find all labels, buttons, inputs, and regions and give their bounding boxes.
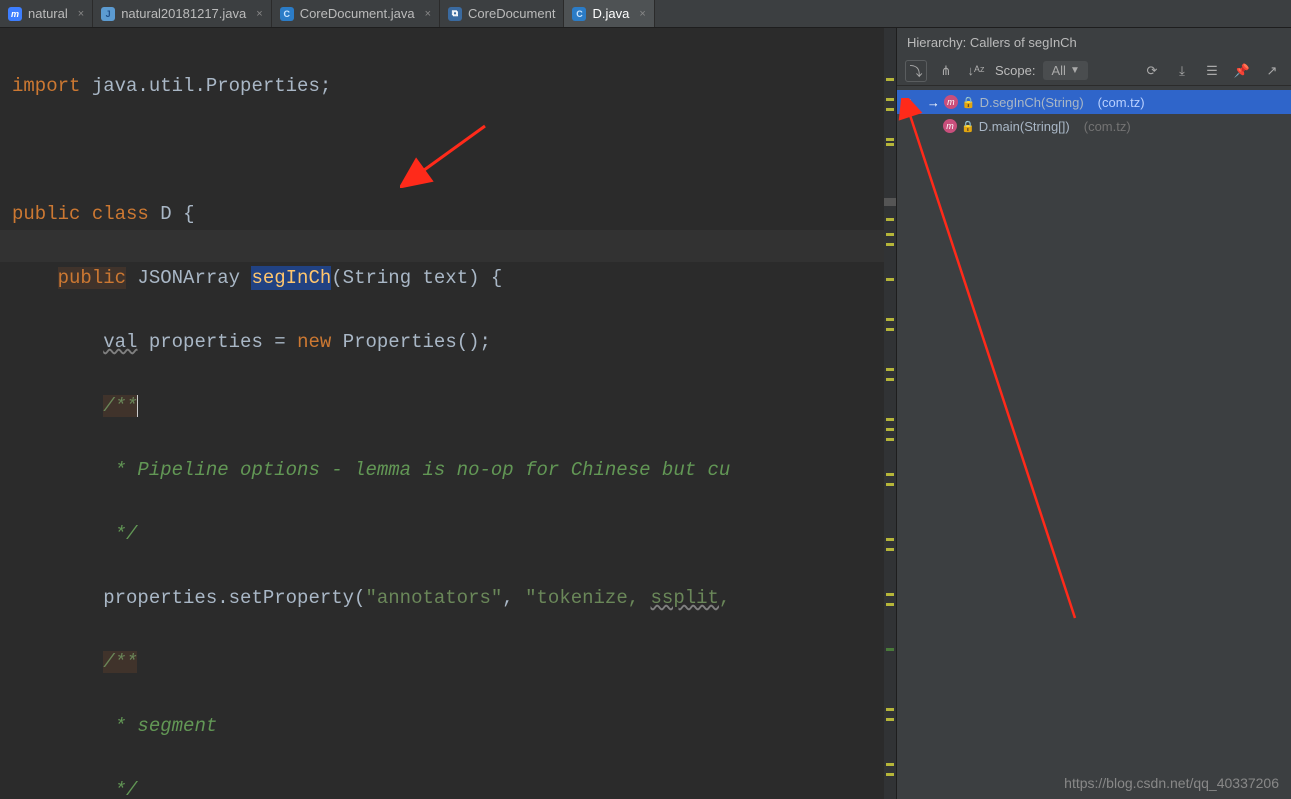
java-file-icon: J <box>101 7 115 21</box>
tab-label: CoreDocument <box>468 6 555 21</box>
kw-import: import <box>12 75 80 97</box>
hierarchy-item-pkg: (com.tz) <box>1084 119 1131 134</box>
code-editor[interactable]: import java.util.Properties; public clas… <box>0 28 896 799</box>
tab-d-java[interactable]: C D.java × <box>564 0 654 27</box>
structure-icon: ⧉ <box>448 7 462 21</box>
hierarchy-item-pkg: (com.tz) <box>1098 95 1145 110</box>
tab-coredocument-struct[interactable]: ⧉ CoreDocument <box>440 0 564 27</box>
code-area[interactable]: import java.util.Properties; public clas… <box>0 28 896 799</box>
tab-label: CoreDocument.java <box>300 6 415 21</box>
hierarchy-tree: ▼ → m 🔒 D.segInCh(String) (com.tz) m 🔒 D… <box>897 86 1291 799</box>
module-icon: m <box>8 7 22 21</box>
lock-icon: 🔒 <box>961 120 975 133</box>
kw-public: public <box>12 203 80 225</box>
subtype-hierarchy-icon[interactable]: ⋔ <box>935 60 957 82</box>
close-icon[interactable]: × <box>78 8 84 20</box>
expand-all-icon[interactable]: ☰ <box>1201 60 1223 82</box>
expand-arrow-icon[interactable]: ▼ <box>903 97 913 108</box>
tab-natural20181217[interactable]: J natural20181217.java × <box>93 0 272 27</box>
chevron-down-icon: ▼ <box>1070 65 1080 76</box>
close-icon[interactable]: × <box>256 8 262 20</box>
method-icon: m <box>944 95 958 109</box>
hierarchy-item-main[interactable]: m 🔒 D.main(String[]) (com.tz) <box>897 114 1291 138</box>
scope-dropdown[interactable]: All ▼ <box>1043 61 1087 80</box>
close-icon[interactable]: × <box>425 8 431 20</box>
class-hierarchy-icon[interactable]: ⤵ <box>905 60 927 82</box>
hierarchy-item-seginch[interactable]: ▼ → m 🔒 D.segInCh(String) (com.tz) <box>897 90 1291 114</box>
autoscroll-icon[interactable]: ⤓ <box>1171 60 1193 82</box>
scope-label: Scope: <box>995 63 1035 78</box>
hierarchy-item-label: D.segInCh(String) <box>980 95 1084 110</box>
hierarchy-title: Hierarchy: Callers of segInCh <box>897 28 1291 56</box>
watermark: https://blog.csdn.net/qq_40337206 <box>1064 775 1279 791</box>
hierarchy-item-label: D.main(String[]) <box>979 119 1070 134</box>
tab-label: D.java <box>592 6 629 21</box>
close-icon[interactable]: × <box>639 8 645 20</box>
hierarchy-panel: Hierarchy: Callers of segInCh ⤵ ⋔ ↓ᴬᶻ Sc… <box>896 28 1291 799</box>
lock-icon: 🔒 <box>962 96 976 109</box>
method-icon: m <box>943 119 957 133</box>
tab-coredocument-java[interactable]: C CoreDocument.java × <box>272 0 440 27</box>
pin-icon[interactable]: 📌 <box>1231 60 1253 82</box>
tab-label: natural <box>28 6 68 21</box>
external-icon[interactable]: ↗ <box>1261 60 1283 82</box>
hierarchy-toolbar: ⤵ ⋔ ↓ᴬᶻ Scope: All ▼ ⟳ ⤓ ☰ 📌 ↗ <box>897 56 1291 86</box>
tab-label: natural20181217.java <box>121 6 246 21</box>
refresh-icon[interactable]: ⟳ <box>1141 60 1163 82</box>
tab-natural[interactable]: m natural × <box>0 0 93 27</box>
editor-markers[interactable] <box>884 28 896 799</box>
editor-tabs: m natural × J natural20181217.java × C C… <box>0 0 1291 28</box>
method-name-seginch: segInCh <box>251 266 331 290</box>
sort-icon[interactable]: ↓ᴬᶻ <box>965 60 987 82</box>
class-file-icon: C <box>280 7 294 21</box>
class-file-icon: C <box>572 7 586 21</box>
